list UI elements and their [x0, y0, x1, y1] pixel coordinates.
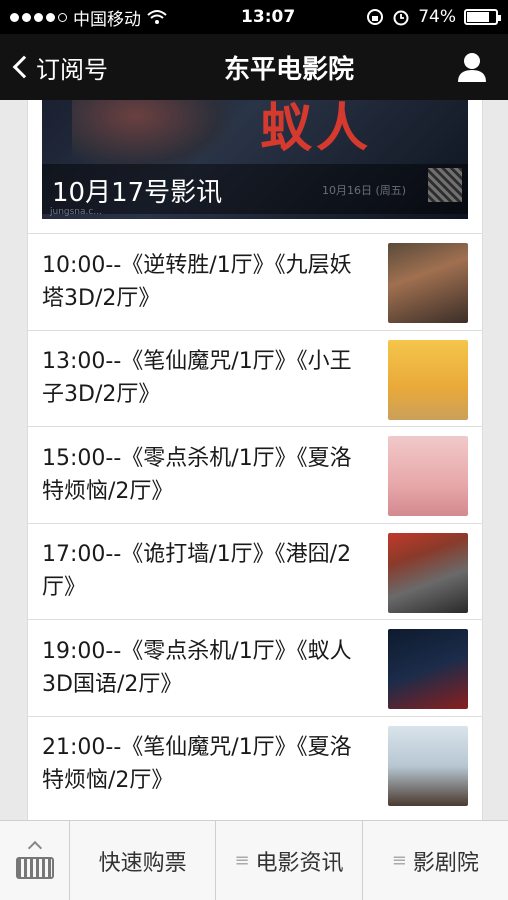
- banner-figure: [72, 100, 232, 170]
- banner-caption: 10月17号影讯: [52, 178, 223, 208]
- banner-image[interactable]: 蚁人 10月16日 (周五) 10月17号影讯 jungsna.c...: [42, 100, 468, 219]
- list-item[interactable]: 17:00--《诡打墙/1厅》《港囧/2厅》: [28, 522, 482, 620]
- back-label: 订阅号: [36, 55, 108, 84]
- schedule-text: 10:00--《逆转胜/1厅》《九层妖塔3D/2厅》: [42, 252, 352, 311]
- menu-lines-icon: ≡: [234, 850, 250, 871]
- alarm-icon: [393, 10, 409, 26]
- person-icon: [458, 53, 486, 82]
- keyboard-icon: [15, 856, 54, 879]
- schedule-text: 19:00--《零点杀机/1厅》《蚁人3D国语/2厅》: [42, 638, 352, 697]
- poster-thumbnail: [388, 243, 468, 323]
- signal-area: 中国移动: [10, 5, 210, 30]
- poster-thumbnail: [388, 725, 468, 806]
- carrier-label: 中国移动: [73, 9, 141, 30]
- rotation-lock-icon: [367, 9, 384, 25]
- schedule-text: 21:00--《笔仙魔咒/1厅》《夏洛特烦恼/2厅》: [42, 735, 352, 794]
- content-area[interactable]: 蚁人 10月16日 (周五) 10月17号影讯 jungsna.c... 10:…: [0, 100, 508, 820]
- banner-watermark: jungsna.c...: [50, 207, 102, 217]
- clock: 13:07: [241, 7, 296, 27]
- list-item[interactable]: 13:00--《笔仙魔咒/1厅》《小王子3D/2厅》: [28, 329, 482, 427]
- menu-lines-icon: ≡: [391, 850, 407, 871]
- page-title: 东平电影院: [223, 54, 354, 85]
- chevron-up-icon: [27, 840, 42, 855]
- menu-label: 影剧院: [412, 850, 479, 876]
- nav-bar: 订阅号 东平电影院: [0, 34, 508, 100]
- signal-strength-icon: [10, 12, 67, 22]
- list-item[interactable]: 19:00--《零点杀机/1厅》《蚁人3D国语/2厅》: [28, 619, 482, 716]
- poster-thumbnail: [388, 629, 468, 709]
- menu-label: 电影资讯: [255, 850, 344, 876]
- article-card: 蚁人 10月16日 (周五) 10月17号影讯 jungsna.c... 10:…: [27, 100, 483, 820]
- menu-quick-ticket[interactable]: 快速购票: [70, 821, 217, 900]
- banner-title-art: 蚁人: [260, 100, 373, 159]
- list-item[interactable]: 15:00--《零点杀机/1厅》《夏洛特烦恼/2厅》: [28, 426, 482, 523]
- list-item[interactable]: 21:00--《笔仙魔咒/1厅》《夏洛特烦恼/2厅》: [28, 715, 482, 813]
- poster-thumbnail: [388, 532, 468, 613]
- list-item[interactable]: 10:00--《逆转胜/1厅》《九层妖塔3D/2厅》: [28, 233, 482, 330]
- bottom-menu-bar: 快速购票 ≡ 电影资讯 ≡ 影剧院: [0, 820, 508, 900]
- schedule-text: 15:00--《零点杀机/1厅》《夏洛特烦恼/2厅》: [42, 445, 352, 504]
- profile-button[interactable]: [428, 51, 508, 83]
- poster-thumbnail: [388, 436, 468, 516]
- status-bar: 中国移动 13:07 74%: [0, 0, 508, 34]
- wifi-icon: [147, 10, 167, 24]
- schedule-list: 10:00--《逆转胜/1厅》《九层妖塔3D/2厅》 13:00--《笔仙魔咒/…: [28, 233, 482, 812]
- menu-movie-news[interactable]: ≡ 电影资讯: [216, 821, 363, 900]
- back-button[interactable]: 订阅号: [0, 50, 150, 85]
- poster-thumbnail: [388, 339, 468, 420]
- menu-theater[interactable]: ≡ 影剧院: [363, 821, 508, 900]
- keyboard-toggle-button[interactable]: [0, 821, 70, 900]
- schedule-text: 17:00--《诡打墙/1厅》《港囧/2厅》: [42, 542, 352, 601]
- menu-label: 快速购票: [98, 850, 187, 876]
- chevron-left-icon: [12, 55, 36, 79]
- schedule-text: 13:00--《笔仙魔咒/1厅》《小王子3D/2厅》: [42, 349, 352, 408]
- battery-percent: 74%: [418, 7, 456, 27]
- battery-icon: [464, 9, 501, 25]
